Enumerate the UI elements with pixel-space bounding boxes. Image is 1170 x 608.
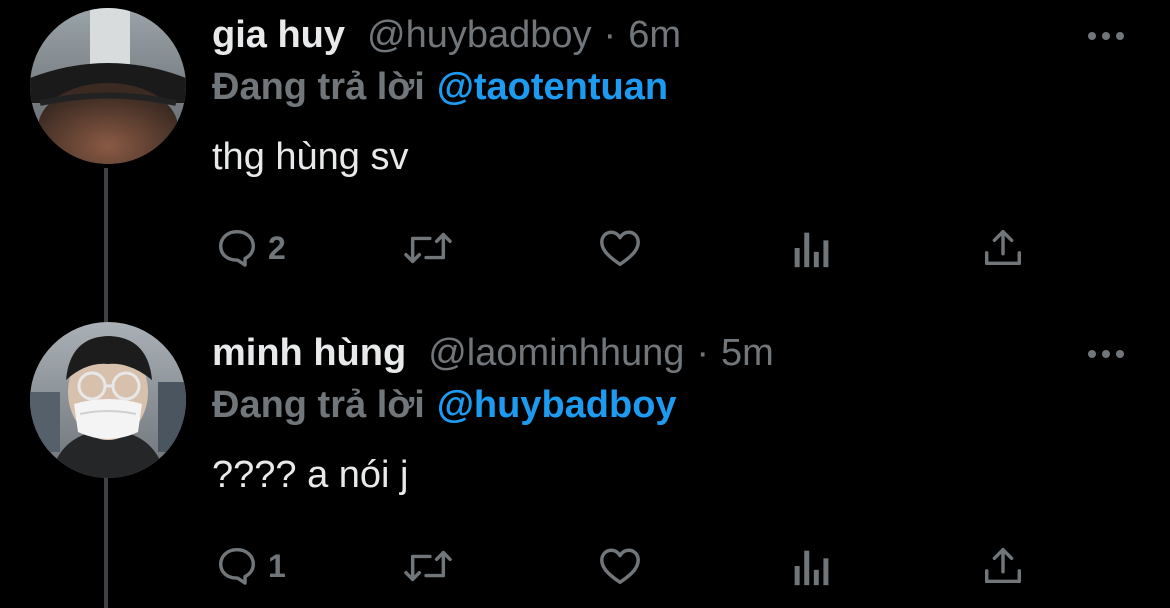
reply-button[interactable]: 1 — [214, 538, 286, 594]
user-handle[interactable]: @laominhhung — [428, 332, 684, 375]
replying-to-label: Đang trả lời — [212, 384, 425, 426]
more-options-button[interactable] — [1086, 346, 1126, 362]
tweet-actions: 2 — [212, 220, 1032, 276]
timestamp[interactable]: 5m — [721, 332, 774, 375]
reply-button[interactable]: 2 — [214, 220, 286, 276]
share-button[interactable] — [980, 538, 1026, 594]
retweet-button[interactable] — [400, 220, 456, 276]
replying-to: Đang trả lời @taotentuan — [212, 66, 668, 109]
analytics-icon — [794, 550, 829, 586]
share-button[interactable] — [980, 220, 1026, 276]
retweet-button[interactable] — [400, 538, 456, 594]
more-options-button[interactable] — [1086, 28, 1126, 44]
more-icon — [1088, 32, 1124, 40]
replying-to-handle[interactable]: @huybadboy — [437, 384, 677, 426]
tweet-text: ???? a nói j — [212, 454, 409, 496]
tweet-actions: 1 — [212, 538, 1032, 594]
analytics-icon — [794, 232, 829, 268]
reply-icon — [218, 547, 256, 585]
share-icon — [984, 547, 1022, 584]
display-name[interactable]: minh hùng — [212, 332, 406, 375]
replying-to-handle[interactable]: @taotentuan — [437, 66, 668, 108]
timestamp[interactable]: 6m — [628, 14, 681, 57]
reply-icon — [218, 229, 256, 267]
reply-count: 1 — [268, 547, 286, 584]
avatar-photo-mask — [30, 322, 186, 478]
tweet-text: thg hùng sv — [212, 136, 409, 178]
like-icon — [600, 230, 640, 267]
separator-dot: · — [696, 332, 710, 374]
reply-count: 2 — [268, 229, 286, 266]
user-handle[interactable]: @huybadboy — [367, 14, 592, 57]
reply-thread: gia huy @huybadboy · 6m Đang trả lời @tao… — [0, 0, 1170, 608]
avatar[interactable] — [30, 322, 186, 478]
tweet[interactable]: gia huy @huybadboy · 6m Đang trả lời @tao… — [0, 0, 1170, 300]
retweet-icon — [404, 550, 452, 582]
tweet[interactable]: minh hùng @laominhhung · 5m Đang trả lời… — [0, 318, 1170, 608]
tweet-header: gia huy @huybadboy · 6m — [212, 14, 681, 60]
tweet-header: minh hùng @laominhhung · 5m — [212, 332, 774, 378]
like-button[interactable] — [596, 220, 644, 276]
avatar[interactable] — [30, 8, 186, 164]
share-icon — [984, 229, 1022, 266]
separator-dot: · — [603, 14, 617, 56]
more-icon — [1088, 350, 1124, 358]
display-name[interactable]: gia huy — [212, 14, 345, 57]
avatar-photo-cap — [30, 8, 186, 164]
like-icon — [600, 548, 640, 585]
replying-to-label: Đang trả lời — [212, 66, 425, 108]
retweet-icon — [404, 232, 452, 264]
replying-to: Đang trả lời @huybadboy — [212, 384, 677, 427]
analytics-button[interactable] — [790, 538, 830, 594]
analytics-button[interactable] — [790, 220, 830, 276]
like-button[interactable] — [596, 538, 644, 594]
